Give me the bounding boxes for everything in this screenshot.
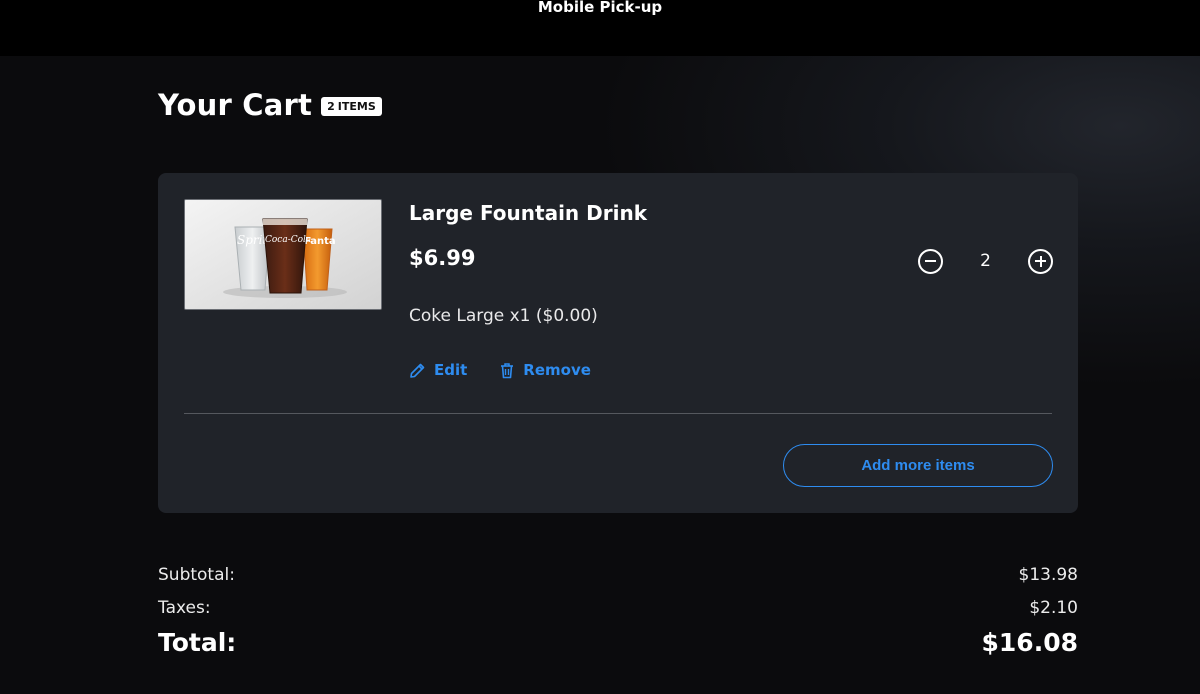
item-count-badge: 2 ITEMS <box>321 97 382 116</box>
page: Mobile Pick-up Your Cart 2 ITEMS Sprite … <box>0 0 1200 694</box>
subtotal-row: Subtotal: $13.98 <box>158 558 1078 591</box>
order-summary: Subtotal: $13.98 Taxes: $2.10 Total: $16… <box>158 558 1078 658</box>
cart-main: Your Cart 2 ITEMS Sprite Fanta Coca-Cola… <box>0 56 1200 694</box>
trash-icon <box>501 362 514 378</box>
cart-header: Your Cart 2 ITEMS <box>158 88 382 122</box>
item-actions: Edit Remove <box>409 361 591 379</box>
increase-quantity-button[interactable] <box>1028 248 1053 274</box>
remove-label: Remove <box>523 361 591 379</box>
decrease-quantity-button[interactable] <box>918 248 943 274</box>
product-image: Sprite Fanta Coca-Cola <box>184 199 382 310</box>
total-row: Total: $16.08 <box>158 628 1078 657</box>
subtotal-label: Subtotal: <box>158 564 235 585</box>
taxes-value: $2.10 <box>1029 597 1078 618</box>
subtotal-value: $13.98 <box>1018 564 1078 585</box>
total-value: $16.08 <box>981 628 1078 657</box>
product-price: $6.99 <box>409 246 476 270</box>
quantity-stepper: 2 <box>918 246 1053 276</box>
remove-button[interactable]: Remove <box>499 361 591 379</box>
edit-label: Edit <box>434 361 468 379</box>
taxes-row: Taxes: $2.10 <box>158 591 1078 624</box>
taxes-label: Taxes: <box>158 597 211 618</box>
fountain-drinks-image: Sprite Fanta Coca-Cola <box>185 200 381 309</box>
cart-item-card: Sprite Fanta Coca-Cola Large Fountain Dr… <box>158 173 1078 513</box>
card-divider <box>184 413 1052 414</box>
pencil-icon <box>410 363 425 378</box>
item-count-label: ITEMS <box>337 100 376 113</box>
cart-title: Your Cart <box>158 88 313 122</box>
edit-button[interactable]: Edit <box>409 361 467 379</box>
total-label: Total: <box>158 628 237 657</box>
add-more-items-button[interactable]: Add more items <box>783 444 1053 487</box>
product-name: Large Fountain Drink <box>409 201 647 225</box>
cola-cup-text: Coca-Cola <box>265 235 311 245</box>
item-count-value: 2 <box>327 100 335 113</box>
item-options: Coke Large x1 ($0.00) <box>409 306 598 326</box>
quantity-value: 2 <box>980 251 991 271</box>
page-title: Mobile Pick-up <box>537 0 663 16</box>
top-bar: Mobile Pick-up <box>0 0 1200 56</box>
